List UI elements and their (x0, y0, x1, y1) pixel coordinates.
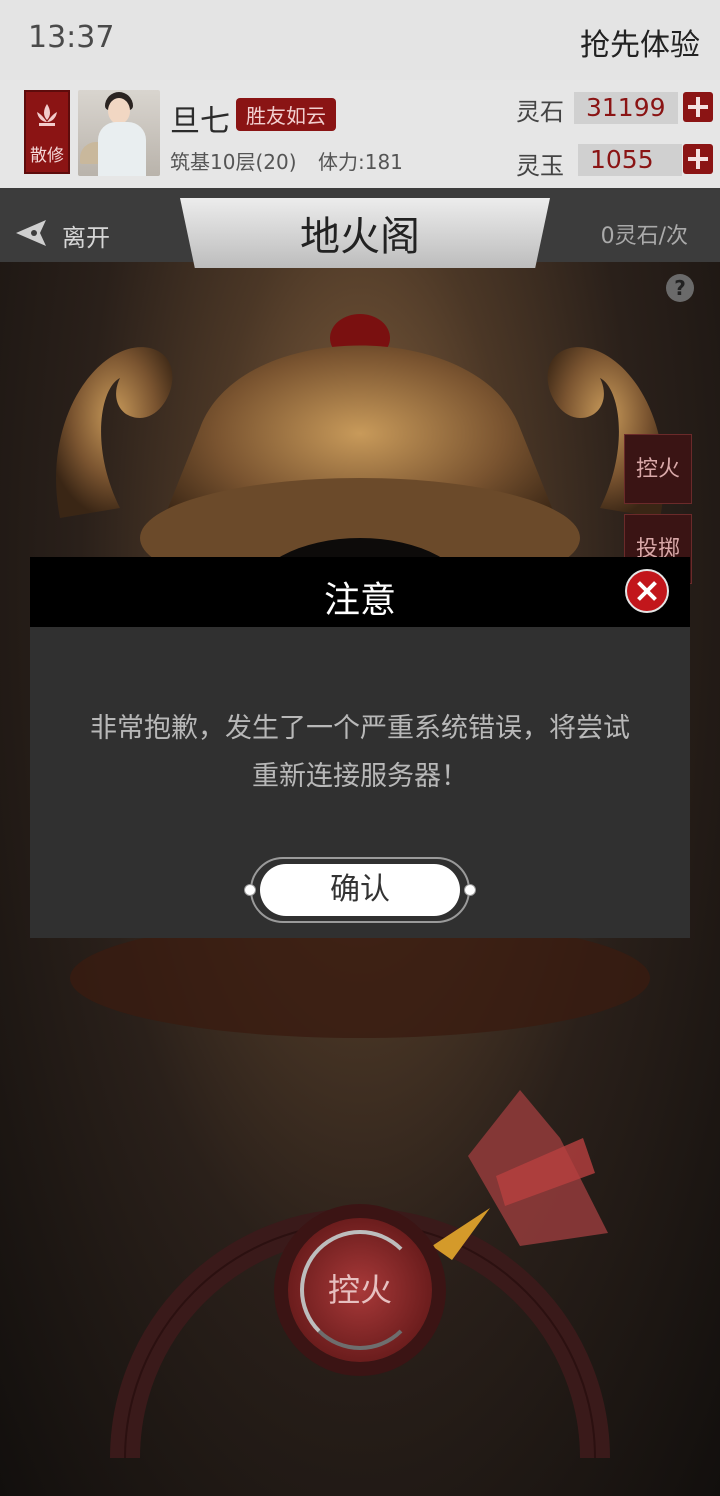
add-spirit-jade-button[interactable] (683, 144, 713, 174)
clock: 13:37 (28, 20, 115, 55)
early-access-link[interactable]: 抢先体验 (580, 20, 700, 64)
spirit-jade-label: 灵玉 (516, 152, 564, 180)
confirm-frame-dot-left (244, 884, 256, 896)
player-title-tag: 胜友如云 (236, 98, 336, 131)
sect-badge-label: 散修 (30, 146, 64, 166)
dialog-message: 非常抱歉，发生了一个严重系统错误，将尝试重新连接服务器！ (90, 713, 630, 792)
leave-button[interactable]: 离开 (14, 216, 124, 256)
player-level: 筑基10层(20) (170, 150, 297, 174)
side-button-control-fire[interactable]: 控火 (624, 434, 692, 504)
avatar[interactable] (78, 90, 160, 176)
confirm-button[interactable]: 确认 (260, 864, 460, 916)
confirm-frame-dot-right (464, 884, 476, 896)
lotus-icon (37, 104, 57, 126)
error-dialog: 注意 非常抱歉，发生了一个严重系统错误，将尝试重新连接服务器！ 确认 (30, 557, 690, 938)
status-bar: 13:37 抢先体验 (0, 0, 720, 80)
player-name: 旦七 (170, 104, 230, 139)
dialog-header: 注意 (30, 557, 690, 627)
close-icon[interactable] (625, 569, 669, 613)
control-fire-label: 控火 (327, 1271, 392, 1309)
sect-badge[interactable]: 散修 (24, 90, 70, 174)
screen: 13:37 抢先体验 散修 旦七 胜友如云 筑基10层(20) 体力:181 灵… (0, 0, 720, 1496)
back-arrow-icon (16, 220, 46, 246)
add-spirit-stone-button[interactable] (683, 92, 713, 122)
dialog-title: 注意 (323, 580, 396, 621)
spirit-stone-label: 灵石 (516, 98, 564, 126)
spirit-jade-value: 1055 (578, 144, 682, 176)
player-header: 散修 旦七 胜友如云 筑基10层(20) 体力:181 灵石 31199 灵玉 … (0, 80, 720, 188)
player-stamina: 体力:181 (318, 150, 403, 174)
fire-control-area: 控火 (0, 1028, 720, 1488)
page-title: 地火阁 (300, 214, 420, 260)
game-top-bar: 离开 地火阁 0灵石/次 (0, 188, 720, 268)
leave-label: 离开 (62, 224, 110, 252)
spirit-stone-value: 31199 (574, 92, 678, 124)
cost-per-use: 0灵石/次 (600, 224, 688, 249)
